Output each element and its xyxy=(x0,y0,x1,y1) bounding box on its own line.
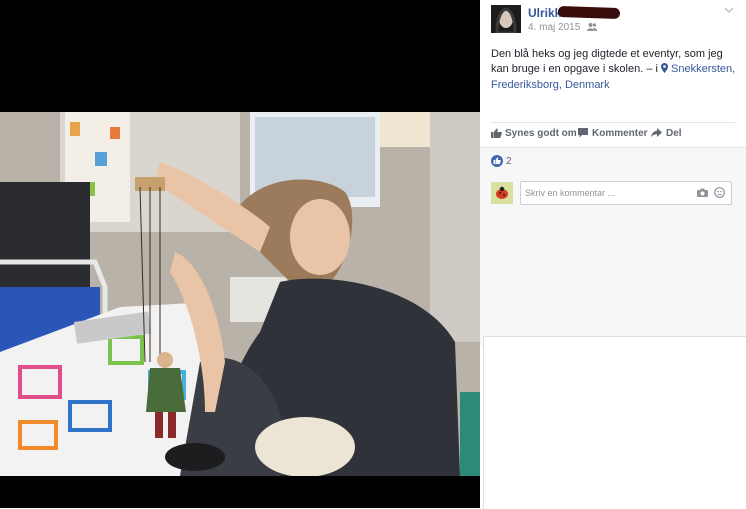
action-bar: Synes godt om Kommenter Del xyxy=(491,128,735,142)
comment-input[interactable]: Skriv en kommentar ... xyxy=(520,181,732,205)
post-sidebar: Ulrikke 4. maj 2015 Den blå heks og jeg … xyxy=(480,0,746,509)
post-date-text: 4. maj 2015 xyxy=(528,22,581,33)
avatar-image xyxy=(491,5,521,33)
audience-icon[interactable] xyxy=(587,22,598,34)
like-button[interactable]: Synes godt om xyxy=(491,128,577,141)
location-pin-icon xyxy=(661,63,669,78)
redaction-mark xyxy=(557,5,621,20)
post-text: Den blå heks og jeg digtede et eventyr, … xyxy=(491,47,741,93)
commenter-avatar xyxy=(491,182,513,204)
share-label: Del xyxy=(666,128,682,139)
comment-icon xyxy=(578,128,588,141)
reactions-comments-area: 2 Skriv en kommentar ... xyxy=(480,147,746,346)
empty-panel xyxy=(483,336,746,509)
reaction-count[interactable]: 2 xyxy=(506,156,512,167)
share-icon xyxy=(651,128,662,141)
author-avatar[interactable] xyxy=(491,5,521,33)
photo-viewer xyxy=(0,0,480,508)
comment-placeholder: Skriv en kommentar ... xyxy=(525,188,616,198)
sticker-icon[interactable] xyxy=(714,187,725,200)
comment-label: Kommenter xyxy=(592,128,648,139)
photo-illustration xyxy=(0,112,480,476)
camera-icon[interactable] xyxy=(697,188,708,199)
comment-button[interactable]: Kommenter xyxy=(578,128,648,141)
divider-top xyxy=(491,122,735,123)
share-button[interactable]: Del xyxy=(651,128,682,141)
like-label: Synes godt om xyxy=(505,128,577,139)
like-icon xyxy=(491,128,502,141)
post-photo[interactable] xyxy=(0,112,480,476)
post-date[interactable]: 4. maj 2015 xyxy=(528,22,598,34)
like-reaction-icon[interactable] xyxy=(491,155,503,167)
chevron-down-icon[interactable] xyxy=(724,5,734,16)
